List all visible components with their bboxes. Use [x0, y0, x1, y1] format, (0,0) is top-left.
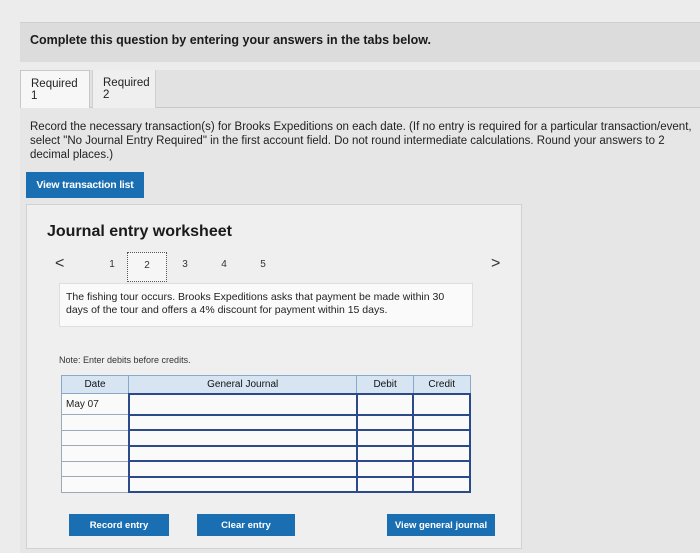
- clear-entry-button[interactable]: Clear entry: [197, 514, 295, 536]
- tab-strip: Required 1 Required 2: [20, 70, 700, 108]
- record-entry-button[interactable]: Record entry: [69, 514, 169, 536]
- table-row: [60, 429, 471, 447]
- debit-input[interactable]: [355, 413, 415, 432]
- date-cell: [60, 414, 130, 431]
- debit-input[interactable]: [355, 444, 415, 463]
- date-cell: [60, 445, 130, 462]
- tab-required-1[interactable]: Required 1: [20, 70, 90, 108]
- debit-input[interactable]: [355, 392, 415, 416]
- question-title: Complete this question by entering your …: [30, 33, 431, 47]
- journal-table: Date General Journal Debit Credit May 07: [60, 375, 471, 494]
- debit-input[interactable]: [355, 460, 415, 478]
- debit-input[interactable]: [355, 429, 415, 447]
- table-row: May 07: [60, 392, 471, 416]
- date-cell: May 07: [60, 392, 130, 416]
- page-4[interactable]: 4: [217, 259, 231, 270]
- credit-input[interactable]: [412, 475, 471, 494]
- date-cell: [60, 476, 130, 493]
- credit-input[interactable]: [412, 460, 471, 478]
- tab-content: Record the necessary transaction(s) for …: [20, 108, 700, 553]
- question-header: Complete this question by entering your …: [20, 22, 700, 62]
- page-5[interactable]: 5: [256, 259, 270, 270]
- transaction-description: The fishing tour occurs. Brooks Expediti…: [59, 283, 473, 327]
- chevron-left-icon[interactable]: <: [55, 255, 64, 273]
- column-header-general-journal: General Journal: [128, 375, 358, 394]
- column-header-credit: Credit: [412, 375, 471, 394]
- chevron-right-icon[interactable]: >: [491, 255, 500, 273]
- account-input[interactable]: [127, 392, 358, 416]
- account-input[interactable]: [127, 460, 358, 478]
- page-3[interactable]: 3: [178, 259, 192, 270]
- tab-required-2[interactable]: Required 2: [92, 70, 156, 108]
- account-input[interactable]: [127, 475, 358, 494]
- side-panel: [522, 204, 700, 549]
- view-general-journal-button[interactable]: View general journal: [387, 514, 495, 536]
- account-input[interactable]: [127, 444, 358, 463]
- journal-entry-worksheet: Journal entry worksheet < 1 2 3 4 5 > Th…: [26, 204, 522, 549]
- table-row: [60, 460, 471, 478]
- credit-input[interactable]: [412, 392, 471, 416]
- worksheet-pagination: < 1 2 3 4 5 >: [47, 251, 517, 282]
- date-cell: [60, 429, 130, 447]
- worksheet-title: Journal entry worksheet: [47, 223, 232, 240]
- table-row: [60, 444, 471, 463]
- credit-input[interactable]: [412, 413, 471, 432]
- debits-note: Note: Enter debits before credits.: [59, 355, 191, 365]
- table-row: [60, 475, 471, 494]
- page-1[interactable]: 1: [105, 259, 119, 270]
- credit-input[interactable]: [412, 429, 471, 447]
- view-transaction-list-button[interactable]: View transaction list: [26, 172, 144, 198]
- date-cell: [60, 460, 130, 478]
- account-input[interactable]: [127, 429, 358, 447]
- page: Complete this question by entering your …: [0, 0, 700, 553]
- table-row: [60, 413, 471, 432]
- credit-input[interactable]: [412, 444, 471, 463]
- account-input[interactable]: [127, 413, 358, 432]
- column-header-date: Date: [60, 375, 130, 394]
- column-header-debit: Debit: [356, 375, 414, 394]
- debit-input[interactable]: [355, 475, 415, 494]
- page-2-current[interactable]: 2: [127, 252, 167, 282]
- instructions-text: Record the necessary transaction(s) for …: [30, 121, 692, 161]
